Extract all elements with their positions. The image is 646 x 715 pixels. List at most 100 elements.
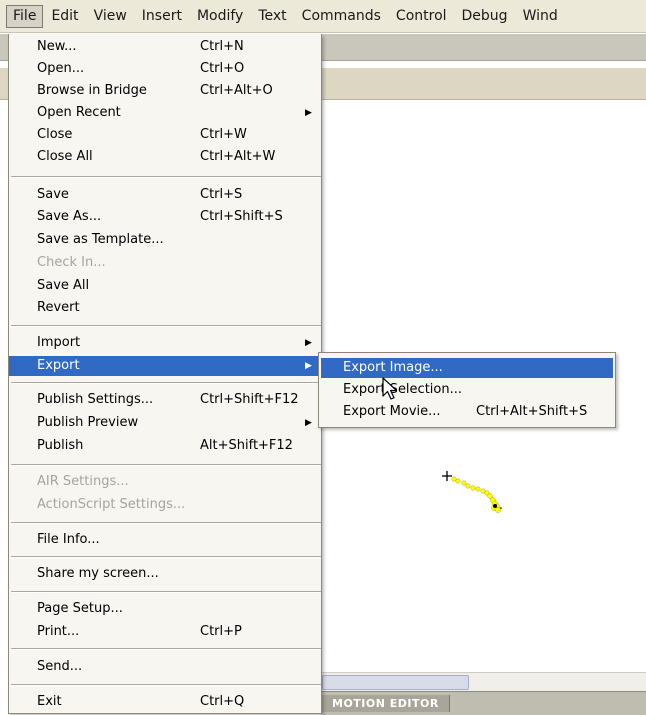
menu-item-check-in: Check In... (9, 253, 321, 273)
menu-separator (11, 464, 321, 466)
menu-item-open[interactable]: Open... Ctrl+O (9, 59, 321, 79)
menu-commands[interactable]: Commands (295, 5, 388, 28)
menu-item-label: File Info... (37, 532, 100, 547)
menu-item-label: Open Recent (37, 105, 121, 120)
menu-separator (11, 556, 321, 558)
menu-item-label: Close All (37, 149, 93, 164)
menu-item-label: ActionScript Settings... (37, 497, 186, 512)
menu-separator (11, 522, 321, 524)
menubar: File Edit View Insert Modify Text Comman… (0, 0, 646, 33)
menu-item-label: Save as Template... (37, 232, 164, 247)
menu-item-browse-in-bridge[interactable]: Browse in Bridge Ctrl+Alt+O (9, 81, 321, 101)
menu-item-label: Page Setup... (37, 601, 123, 616)
menu-item-shortcut: Ctrl+Shift+F12 (200, 392, 299, 407)
submenu-arrow-icon: ▶ (305, 108, 312, 118)
menu-edit[interactable]: Edit (44, 5, 85, 28)
mouse-pointer-icon (382, 377, 398, 400)
menu-item-shortcut: Ctrl+Q (200, 694, 245, 709)
menu-window[interactable]: Wind (516, 5, 565, 28)
menu-item-label: Import (37, 335, 81, 350)
submenu-arrow-icon: ▶ (305, 361, 312, 371)
menu-separator (11, 325, 321, 327)
menu-item-label: AIR Settings... (37, 474, 129, 489)
submenu-item-export-selection[interactable]: Export Selection... (321, 380, 613, 400)
menu-item-shortcut: Ctrl+N (200, 39, 244, 54)
submenu-item-export-movie[interactable]: Export Movie... Ctrl+Alt+Shift+S (321, 402, 613, 422)
menu-item-shortcut: Ctrl+S (200, 187, 243, 202)
menu-item-send[interactable]: Send... (9, 657, 321, 677)
submenu-item-label: Export Selection... (343, 382, 462, 397)
menu-separator (11, 382, 321, 384)
menu-item-open-recent[interactable]: Open Recent ▶ (9, 103, 321, 123)
menu-item-label: New... (37, 39, 77, 54)
menu-file[interactable]: File (6, 4, 44, 28)
menu-item-exit[interactable]: Exit Ctrl+Q (9, 692, 321, 712)
menu-separator (11, 176, 321, 178)
menu-item-shortcut: Ctrl+Alt+O (200, 83, 273, 98)
scrollbar-thumb[interactable] (322, 675, 469, 690)
menu-item-close-all[interactable]: Close All Ctrl+Alt+W (9, 147, 321, 167)
menu-item-shortcut: Ctrl+W (200, 127, 247, 142)
menu-item-shortcut: Alt+Shift+F12 (200, 438, 293, 453)
menu-item-label: Publish Preview (37, 415, 139, 430)
menu-item-shortcut: Ctrl+Alt+W (200, 149, 276, 164)
menu-item-label: Save All (37, 278, 90, 293)
menu-item-save-as[interactable]: Save As... Ctrl+Shift+S (9, 207, 321, 227)
menu-item-import[interactable]: Import ▶ (9, 333, 321, 353)
menu-separator (11, 591, 321, 593)
menu-item-publish[interactable]: Publish Alt+Shift+F12 (9, 436, 321, 456)
menu-item-label: Save As... (37, 209, 102, 224)
submenu-item-label: Export Movie... (343, 404, 441, 419)
menu-item-share-my-screen[interactable]: Share my screen... (9, 564, 321, 584)
submenu-item-export-image[interactable]: Export Image... (321, 358, 613, 378)
menu-insert[interactable]: Insert (135, 5, 189, 28)
menu-item-publish-preview[interactable]: Publish Preview ▶ (9, 413, 321, 433)
menu-item-label: Close (37, 127, 73, 142)
menu-text[interactable]: Text (251, 5, 293, 28)
tab-motion-editor[interactable]: MOTION EDITOR (322, 695, 450, 712)
export-submenu: Export Image... Export Selection... Expo… (318, 352, 616, 428)
menu-item-close[interactable]: Close Ctrl+W (9, 125, 321, 145)
menu-item-label: Save (37, 187, 69, 202)
menu-view[interactable]: View (87, 5, 134, 28)
menu-item-new[interactable]: New... Ctrl+N (9, 37, 321, 57)
menu-item-revert[interactable]: Revert (9, 298, 321, 318)
bottom-panel-bar: MOTION EDITOR (322, 691, 646, 715)
menu-item-actionscript-settings: ActionScript Settings... (9, 495, 321, 515)
submenu-arrow-icon: ▶ (305, 338, 312, 348)
menu-separator (11, 648, 321, 650)
tween-end-point (493, 504, 497, 508)
menu-item-label: Open... (37, 61, 85, 76)
submenu-arrow-icon: ▶ (305, 418, 312, 428)
menu-item-label: Export (37, 358, 80, 373)
menu-item-label: Share my screen... (37, 566, 159, 581)
menu-item-label: Browse in Bridge (37, 83, 147, 98)
horizontal-scrollbar[interactable] (322, 672, 646, 691)
menu-item-save-all[interactable]: Save All (9, 276, 321, 296)
menu-item-label: Exit (37, 694, 62, 709)
menu-item-label: Check In... (37, 255, 106, 270)
menu-item-shortcut: Ctrl+P (200, 624, 242, 639)
submenu-item-shortcut: Ctrl+Alt+Shift+S (476, 404, 588, 419)
motion-tween-path[interactable] (438, 462, 518, 522)
menu-item-shortcut: Ctrl+Shift+S (200, 209, 283, 224)
submenu-item-label: Export Image... (343, 360, 443, 375)
menu-item-file-info[interactable]: File Info... (9, 530, 321, 550)
menu-separator (11, 684, 321, 686)
menu-item-air-settings: AIR Settings... (9, 472, 321, 492)
menu-item-save[interactable]: Save Ctrl+S (9, 185, 321, 205)
menu-item-publish-settings[interactable]: Publish Settings... Ctrl+Shift+F12 (9, 390, 321, 410)
file-menu-dropdown: New... Ctrl+N Open... Ctrl+O Browse in B… (8, 34, 322, 714)
menu-modify[interactable]: Modify (190, 5, 250, 28)
menu-item-shortcut: Ctrl+O (200, 61, 245, 76)
menu-item-label: Send... (37, 659, 83, 674)
menu-item-label: Revert (37, 300, 80, 315)
menu-item-page-setup[interactable]: Page Setup... (9, 599, 321, 619)
menu-item-export[interactable]: Export ▶ (9, 356, 321, 376)
menu-item-label: Print... (37, 624, 80, 639)
menu-item-print[interactable]: Print... Ctrl+P (9, 622, 321, 642)
menu-item-label: Publish (37, 438, 84, 453)
menu-item-save-as-template[interactable]: Save as Template... (9, 230, 321, 250)
menu-control[interactable]: Control (389, 5, 454, 28)
menu-debug[interactable]: Debug (455, 5, 515, 28)
